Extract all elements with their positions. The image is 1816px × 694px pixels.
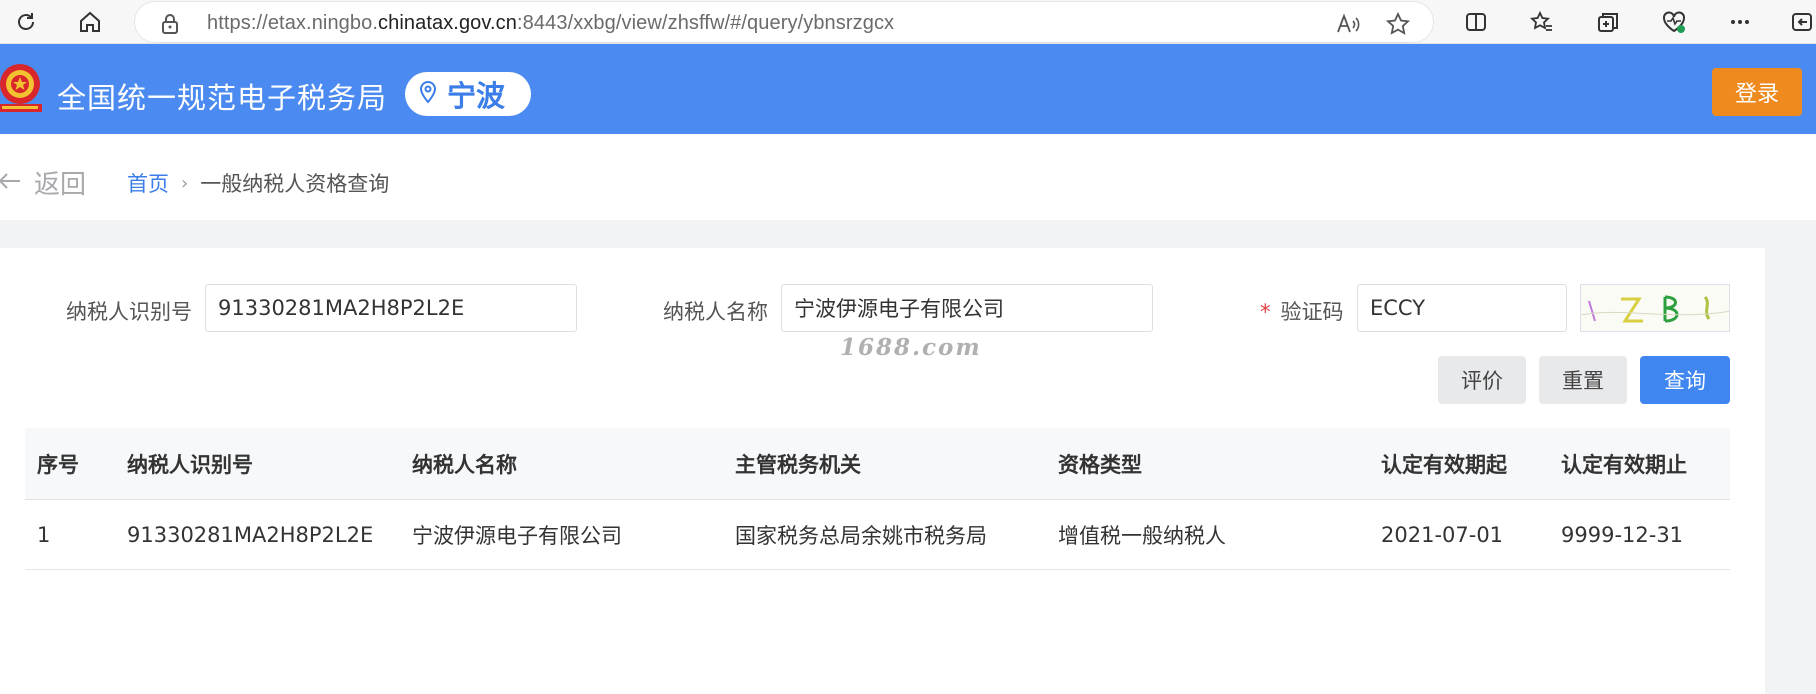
breadcrumb-current: 一般纳税人资格查询: [200, 172, 390, 196]
browser-toolbar: https://etax.ningbo.chinatax.gov.cn:8443…: [0, 0, 1816, 44]
table-cell: 2021-07-01: [1381, 522, 1504, 547]
breadcrumb: 首页 › 一般纳税人资格查询: [127, 168, 389, 198]
table-cell: 91330281MA2H8P2L2E: [127, 522, 374, 547]
lock-icon[interactable]: [157, 11, 183, 37]
captcha-label-text: 验证码: [1280, 300, 1344, 324]
results-table: 序号 纳税人识别号 纳税人名称 主管税务机关 资格类型 认定有效期起 认定有效期…: [25, 428, 1730, 570]
home-icon[interactable]: [76, 8, 104, 36]
column-header: 序号: [37, 452, 79, 477]
required-mark: *: [1260, 300, 1271, 324]
city-name: 宁波: [447, 79, 506, 113]
url-host: chinatax.gov.cn: [378, 12, 518, 34]
column-header: 纳税人名称: [412, 452, 517, 477]
url-suffix: :8443/xxbg/view/zhsffw/#/query/ybnsrzgcx: [517, 12, 895, 34]
url-text[interactable]: https://etax.ningbo.chinatax.gov.cn:8443…: [207, 12, 894, 35]
back-label: 返回: [34, 170, 87, 200]
tax-emblem-icon: [0, 60, 44, 118]
table-cell: 增值税一般纳税人: [1058, 523, 1226, 548]
query-button[interactable]: 查询: [1640, 356, 1730, 404]
column-header: 纳税人识别号: [127, 452, 253, 477]
table-cell: 宁波伊源电子有限公司: [412, 523, 622, 548]
table-header: 序号 纳税人识别号 纳税人名称 主管税务机关 资格类型 认定有效期起 认定有效期…: [25, 428, 1730, 500]
reset-button[interactable]: 重置: [1539, 356, 1627, 404]
column-header: 主管税务机关: [735, 452, 861, 477]
split-screen-icon[interactable]: [1462, 8, 1490, 36]
back-button[interactable]: 返回: [0, 164, 86, 201]
taxpayer-id-label: 纳税人识别号: [66, 300, 192, 324]
evaluate-button[interactable]: 评价: [1438, 356, 1526, 404]
taxpayer-name-label: 纳税人名称: [663, 300, 768, 324]
location-pin-icon: [419, 80, 437, 108]
favorite-star-icon[interactable]: [1385, 11, 1411, 37]
browser-essentials-icon[interactable]: [1660, 8, 1688, 36]
city-selector[interactable]: 宁波: [405, 72, 531, 116]
login-button[interactable]: 登录: [1712, 68, 1802, 116]
taxpayer-id-input[interactable]: 91330281MA2H8P2L2E: [205, 284, 577, 332]
back-arrow-icon: [0, 168, 22, 198]
site-header: 全国统一规范电子税务局 宁波 登录: [0, 44, 1816, 134]
breadcrumb-bar: 返回 首页 › 一般纳税人资格查询: [0, 134, 1816, 220]
table-cell: 1: [37, 522, 51, 547]
sidebar-toggle-icon[interactable]: [1788, 8, 1816, 36]
chevron-right-icon: ›: [181, 172, 189, 194]
site-title: 全国统一规范电子税务局: [57, 81, 388, 115]
captcha-input[interactable]: ECCY: [1357, 284, 1567, 332]
column-header: 认定有效期止: [1561, 452, 1687, 477]
address-bar[interactable]: https://etax.ningbo.chinatax.gov.cn:8443…: [134, 1, 1434, 43]
refresh-icon[interactable]: [12, 8, 40, 36]
query-panel: 纳税人识别号 91330281MA2H8P2L2E 纳税人名称 宁波伊源电子有限…: [0, 248, 1765, 694]
url-prefix: https://etax.ningbo.: [207, 12, 379, 34]
table-row[interactable]: 1 91330281MA2H8P2L2E 宁波伊源电子有限公司 国家税务总局余姚…: [25, 500, 1730, 570]
column-header: 认定有效期起: [1381, 452, 1507, 477]
collections-icon[interactable]: [1594, 8, 1622, 36]
table-cell: 9999-12-31: [1561, 522, 1684, 547]
more-options-icon[interactable]: [1726, 8, 1754, 36]
watermark-text: 1688.com: [840, 334, 982, 361]
breadcrumb-home-link[interactable]: 首页: [127, 168, 169, 198]
captcha-label: * 验证码: [1260, 296, 1344, 326]
captcha-image[interactable]: [1580, 284, 1730, 332]
favorites-icon[interactable]: [1528, 8, 1556, 36]
taxpayer-name-input[interactable]: 宁波伊源电子有限公司: [781, 284, 1153, 332]
column-header: 资格类型: [1058, 452, 1142, 477]
table-cell: 国家税务总局余姚市税务局: [735, 523, 987, 548]
read-aloud-icon[interactable]: [1335, 11, 1361, 37]
